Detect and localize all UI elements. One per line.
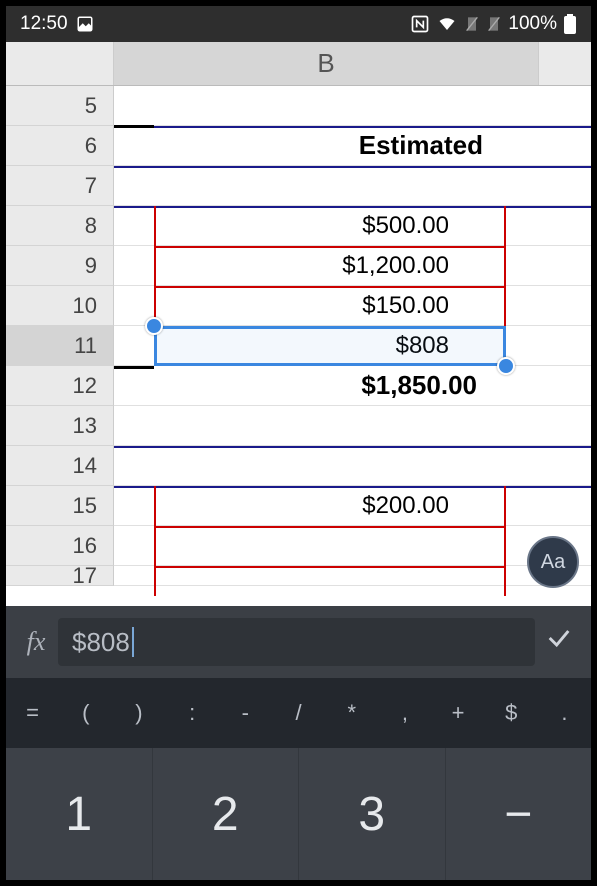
no-sim-icon-2 [486, 15, 502, 33]
cell-c11[interactable] [539, 326, 591, 366]
cell-b11[interactable]: $808 [114, 326, 539, 366]
key-rparen[interactable]: ) [112, 700, 165, 726]
wifi-icon [436, 15, 458, 33]
key-star[interactable]: * [325, 700, 378, 726]
cell-b9-text: $1,200.00 [342, 252, 449, 280]
cell-b14[interactable] [114, 446, 539, 486]
row-header-17[interactable]: 17 [6, 566, 114, 586]
cell-b12[interactable]: $1,850.00 [114, 366, 539, 406]
cell-b10-text: $150.00 [362, 292, 449, 320]
nfc-icon [410, 14, 430, 34]
key-equals[interactable]: = [6, 700, 59, 726]
key-3[interactable]: 3 [298, 748, 445, 880]
formula-input[interactable]: $808 [58, 618, 535, 666]
no-sim-icon-1 [464, 15, 480, 33]
fx-icon[interactable]: fx [14, 627, 58, 657]
row-header-7[interactable]: 7 [6, 166, 114, 206]
cell-b15[interactable]: $200.00 [114, 486, 539, 526]
row-header-5[interactable]: 5 [6, 86, 114, 126]
cell-c15[interactable] [539, 486, 591, 526]
key-plus[interactable]: + [432, 700, 485, 726]
key-1[interactable]: 1 [6, 748, 152, 880]
cell-c6[interactable] [539, 126, 591, 166]
key-slash[interactable]: / [272, 700, 325, 726]
cell-b9[interactable]: $1,200.00 [114, 246, 539, 286]
select-all-corner[interactable] [6, 42, 114, 85]
spreadsheet-grid[interactable]: 5 6 Estimated 7 8 $500.00 9 $1,200.00 10 $15… [6, 86, 591, 606]
row-header-11[interactable]: 11 [6, 326, 114, 366]
text-cursor [132, 627, 134, 657]
text-format-fab[interactable]: Aa [527, 536, 579, 588]
battery-percent: 100% [508, 13, 557, 35]
picture-icon [76, 15, 94, 33]
cell-c10[interactable] [539, 286, 591, 326]
row-header-15[interactable]: 15 [6, 486, 114, 526]
cell-c8[interactable] [539, 206, 591, 246]
cell-c9[interactable] [539, 246, 591, 286]
cell-b11-text: $808 [396, 332, 449, 360]
cell-c7[interactable] [539, 166, 591, 206]
cell-b12-text: $1,850.00 [361, 370, 477, 401]
check-icon [545, 624, 573, 652]
row-header-12[interactable]: 12 [6, 366, 114, 406]
symbol-row: = ( ) : - / * , + $ . [6, 678, 591, 748]
cell-b8-text: $500.00 [362, 212, 449, 240]
cell-b6-text: Estimated [359, 130, 483, 161]
column-header-row: B [6, 42, 591, 86]
formula-bar: fx $808 [6, 606, 591, 678]
row-header-9[interactable]: 9 [6, 246, 114, 286]
key-2[interactable]: 2 [152, 748, 299, 880]
cell-c14[interactable] [539, 446, 591, 486]
status-time: 12:50 [20, 13, 68, 35]
cell-c5[interactable] [539, 86, 591, 126]
key-dollar[interactable]: $ [485, 700, 538, 726]
row-header-8[interactable]: 8 [6, 206, 114, 246]
numpad-row: 1 2 3 − [6, 748, 591, 880]
key-lparen[interactable]: ( [59, 700, 112, 726]
cell-b10[interactable]: $150.00 [114, 286, 539, 326]
cell-b17[interactable] [114, 566, 539, 586]
key-comma[interactable]: , [378, 700, 431, 726]
cell-b7[interactable] [114, 166, 539, 206]
row-header-10[interactable]: 10 [6, 286, 114, 326]
cell-b16[interactable] [114, 526, 539, 566]
column-header-b[interactable]: B [114, 42, 539, 85]
confirm-button[interactable] [535, 624, 583, 660]
row-header-16[interactable]: 16 [6, 526, 114, 566]
column-header-c[interactable] [539, 42, 591, 85]
status-bar: 12:50 100% [6, 6, 591, 42]
battery-icon [563, 14, 577, 34]
row-header-13[interactable]: 13 [6, 406, 114, 446]
formula-value: $808 [72, 627, 130, 658]
key-colon[interactable]: : [166, 700, 219, 726]
key-period[interactable]: . [538, 700, 591, 726]
cell-b5[interactable] [114, 86, 539, 126]
row-header-6[interactable]: 6 [6, 126, 114, 166]
cell-c12[interactable] [539, 366, 591, 406]
row-header-14[interactable]: 14 [6, 446, 114, 486]
key-subtract[interactable]: − [445, 748, 592, 880]
cell-b15-text: $200.00 [362, 492, 449, 520]
cell-b6[interactable]: Estimated [114, 126, 539, 166]
cell-b13[interactable] [114, 406, 539, 446]
key-minus[interactable]: - [219, 700, 272, 726]
fab-label: Aa [541, 551, 565, 574]
cell-c13[interactable] [539, 406, 591, 446]
cell-b8[interactable]: $500.00 [114, 206, 539, 246]
